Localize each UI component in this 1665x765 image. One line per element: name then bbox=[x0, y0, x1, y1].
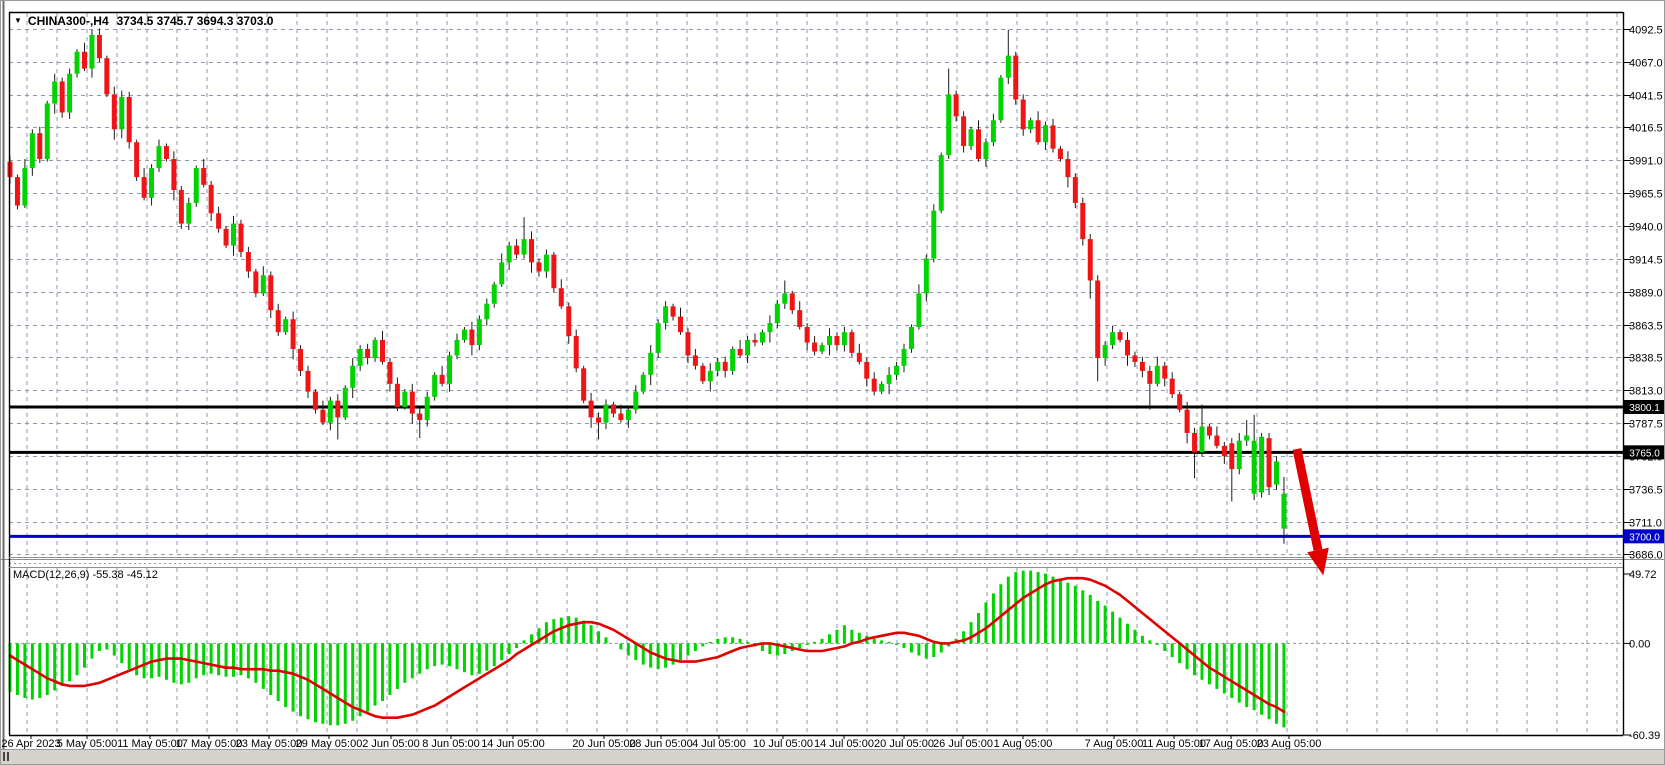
macd-panel: 49.72 0.00 -60.39 bbox=[9, 569, 1660, 742]
price-tick-label: 3965.5 bbox=[1629, 189, 1663, 201]
trading-chart-window: 4092.5 4067.0 4041.5 4016.5 3991.0 3965.5 3940… bbox=[0, 0, 1665, 765]
price-tick-label: 3889.0 bbox=[1629, 288, 1663, 300]
price-tick-label: 3787.5 bbox=[1629, 419, 1663, 431]
price-tick-label: 3914.5 bbox=[1629, 255, 1663, 267]
price-tick-label: 4016.5 bbox=[1629, 123, 1663, 135]
price-tick-label: 4067.0 bbox=[1629, 58, 1663, 70]
price-tick-label: 3940.0 bbox=[1629, 222, 1663, 234]
macd-tick-label: -60.39 bbox=[1629, 730, 1660, 742]
price-tick-label: 3711.0 bbox=[1629, 518, 1662, 530]
macd-tick-label: 49.72 bbox=[1629, 569, 1657, 581]
panel-frames bbox=[4, 1, 1624, 751]
symbol-timeframe-label: CHINA300-,H4 bbox=[28, 14, 109, 28]
candles bbox=[8, 29, 1287, 544]
price-badge-label: 3700.0 bbox=[1629, 532, 1660, 543]
window-bottom-strip bbox=[1, 749, 1664, 764]
price-tick-label: 3863.5 bbox=[1629, 321, 1663, 333]
price-tick-label: 3813.0 bbox=[1629, 386, 1663, 398]
trend-arrow bbox=[1297, 449, 1329, 575]
grid: 4092.5 4067.0 4041.5 4016.5 3991.0 3965.5 3940… bbox=[9, 13, 1663, 734]
time-axis: 26 Apr 20235 May 05:0011 May 05:0017 May… bbox=[1, 735, 1321, 750]
price-tick-label: 3991.0 bbox=[1629, 156, 1663, 168]
macd-tick-label: 0.00 bbox=[1629, 638, 1650, 650]
macd-indicator-label: MACD(12,26,9) -55.38 -45.12 bbox=[13, 569, 158, 581]
price-tick-label: 3838.5 bbox=[1629, 353, 1663, 365]
price-badge-label: 3765.0 bbox=[1629, 448, 1660, 459]
hlines bbox=[9, 407, 1623, 536]
price-badge-label: 3800.1 bbox=[1629, 403, 1660, 414]
price-tick-label: 3736.5 bbox=[1629, 485, 1663, 497]
price-tick-label: 4041.5 bbox=[1629, 91, 1663, 103]
chart-title: ▼ CHINA300-,H4 3734.5 3745.7 3694.3 3703.0 bbox=[14, 14, 273, 28]
chart-canvas[interactable]: 4092.5 4067.0 4041.5 4016.5 3991.0 3965.5 3940… bbox=[1, 1, 1665, 765]
resize-grip-icon[interactable] bbox=[3, 752, 11, 761]
ohlc-values: 3734.5 3745.7 3694.3 3703.0 bbox=[117, 14, 274, 28]
macd-signal-line bbox=[10, 578, 1284, 718]
symbol-dropdown-icon[interactable]: ▼ bbox=[14, 16, 22, 25]
price-tick-label: 4092.5 bbox=[1629, 25, 1663, 37]
